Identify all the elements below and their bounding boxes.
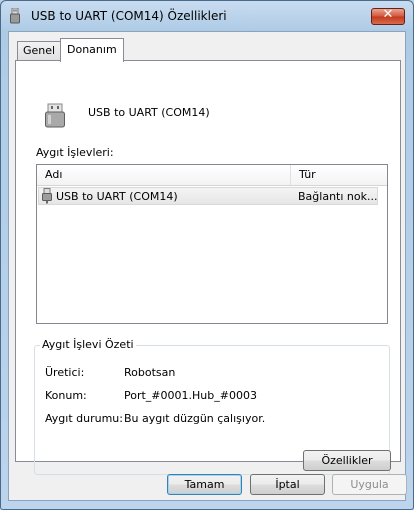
properties-window: USB to UART (COM14) Özellikleri ✕ Genel … [0, 0, 414, 510]
dialog-client-area: Genel Donanım USB to UART (COM14) Aygıt … [8, 31, 407, 501]
list-header: Adı Tür [37, 165, 387, 186]
row-device-type: Bağlantı nok... [298, 190, 378, 203]
location-label: Konum: [45, 389, 87, 402]
properties-button[interactable]: Özellikler [303, 450, 391, 471]
column-header-type[interactable]: Tür [291, 165, 387, 185]
list-item[interactable]: USB to UART (COM14) Bağlantı nok... [38, 187, 378, 205]
device-functions-list[interactable]: Adı Tür USB to UART (COM14) Bağlantı nok… [36, 164, 388, 324]
device-status-value: Bu aygıt düzgün çalışıyor. [124, 412, 266, 425]
usb-device-icon [45, 103, 65, 128]
column-header-name[interactable]: Adı [37, 165, 291, 185]
tab-donanim[interactable]: Donanım [60, 38, 124, 62]
close-icon: ✕ [382, 7, 394, 22]
cancel-button[interactable]: İptal [250, 474, 325, 495]
apply-button[interactable]: Uygula [332, 474, 407, 495]
usb-plug-icon [42, 188, 52, 204]
manufacturer-label: Üretici: [45, 366, 85, 379]
manufacturer-value: Robotsan [124, 366, 176, 379]
group-title: Aygıt İşlevi Özeti [40, 338, 136, 351]
tab-genel[interactable]: Genel [17, 41, 62, 61]
close-button[interactable]: ✕ [371, 7, 405, 25]
ok-button[interactable]: Tamam [167, 474, 242, 495]
row-device-name: USB to UART (COM14) [56, 190, 178, 203]
window-title: USB to UART (COM14) Özellikleri [31, 9, 227, 23]
device-functions-label: Aygıt İşlevleri: [36, 146, 114, 159]
function-summary-group: Aygıt İşlevi Özeti Üretici: Robotsan Kon… [34, 338, 391, 475]
usb-plug-icon [10, 8, 20, 24]
device-status-label: Aygıt durumu: [45, 412, 123, 425]
location-value: Port_#0001.Hub_#0003 [124, 389, 257, 402]
title-bar[interactable]: USB to UART (COM14) Özellikleri ✕ [1, 1, 413, 31]
device-name: USB to UART (COM14) [88, 106, 210, 119]
hardware-tab-panel: USB to UART (COM14) Aygıt İşlevleri: Adı… [15, 60, 401, 475]
